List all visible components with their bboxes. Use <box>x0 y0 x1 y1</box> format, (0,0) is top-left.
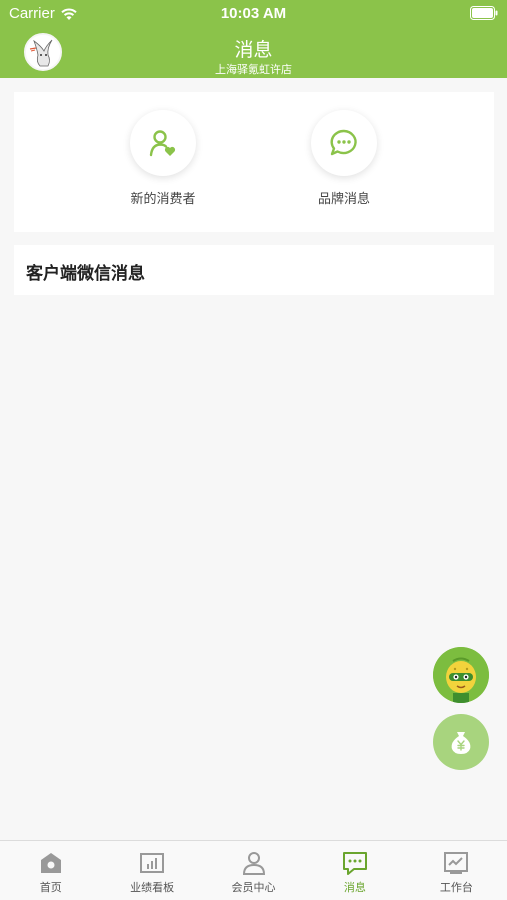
brand-messages-icon-circle <box>311 110 377 176</box>
mascot-icon <box>433 647 489 703</box>
chat-bubble-icon <box>330 129 357 156</box>
member-icon <box>242 852 265 875</box>
tab-workbench[interactable]: 工作台 <box>406 841 507 900</box>
status-bar: Carrier 10:03 AM <box>0 0 507 28</box>
tab-performance-board[interactable]: 业绩看板 <box>101 841 202 900</box>
status-time: 10:03 AM <box>220 5 287 22</box>
new-consumers-label: 新的消费者 <box>130 192 196 207</box>
bottom-tab-bar: 首页 业绩看板 会员中心 消息 工作台 <box>0 840 507 900</box>
tab-messages[interactable]: 消息 <box>304 841 405 900</box>
workbench-icon <box>444 852 469 874</box>
battery-icon <box>470 6 498 20</box>
money-float-button[interactable] <box>433 714 489 770</box>
tab-home-label: 首页 <box>39 881 62 894</box>
user-heart-icon <box>149 130 176 157</box>
tab-workbench-label: 工作台 <box>439 881 473 894</box>
wechat-messages-title: 客户端微信消息 <box>26 264 145 284</box>
tab-home[interactable]: 首页 <box>0 841 101 900</box>
new-consumers-button[interactable]: 新的消费者 <box>103 110 223 207</box>
store-name: 上海驿氪虹许店 <box>215 63 292 76</box>
tab-member-center[interactable]: 会员中心 <box>203 841 304 900</box>
quick-actions-card: 新的消费者 品牌消息 <box>14 92 494 232</box>
new-consumers-icon-circle <box>130 110 196 176</box>
tab-member-center-label: 会员中心 <box>231 881 276 894</box>
home-icon <box>40 853 61 873</box>
chart-board-icon <box>140 853 165 873</box>
brand-messages-label: 品牌消息 <box>317 192 370 207</box>
brand-messages-button[interactable]: 品牌消息 <box>284 110 404 207</box>
message-icon <box>342 852 367 875</box>
tab-performance-board-label: 业绩看板 <box>130 881 175 894</box>
money-bag-icon <box>451 732 471 754</box>
page-title: 消息 <box>234 39 273 61</box>
wechat-messages-section[interactable]: 客户端微信消息 <box>14 245 494 295</box>
tab-messages-label: 消息 <box>343 881 366 894</box>
top-header: Carrier 10:03 AM 消息 上海驿氪虹许店 <box>0 0 507 78</box>
mascot-float-button[interactable] <box>433 647 489 703</box>
